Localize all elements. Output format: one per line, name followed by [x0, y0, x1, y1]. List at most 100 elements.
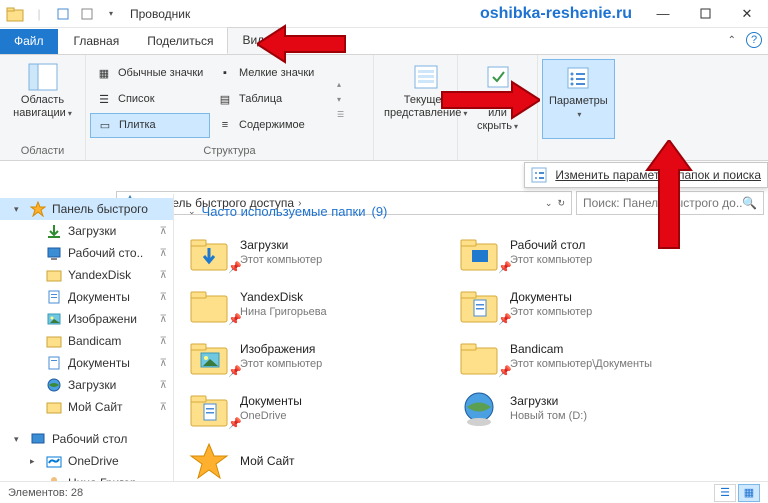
- options-dropdown-item[interactable]: Изменить параметры папок и поиска: [524, 162, 768, 188]
- options-button[interactable]: Параметры▾: [542, 59, 615, 139]
- folder-icon: [188, 440, 230, 481]
- gallery-up-icon[interactable]: ▴: [337, 80, 344, 89]
- show-hide-button[interactable]: Показатьили скрыть▾: [462, 59, 533, 139]
- chevron-icon: ▾: [14, 204, 24, 215]
- show-hide-icon: [482, 61, 514, 93]
- pin-icon: ⊼: [160, 358, 173, 369]
- folder-icon: 📌: [188, 284, 230, 326]
- titlebar: | ▾ Проводник oshibka-reshenie.ru — ✕: [0, 0, 768, 28]
- tile-subtitle: Новый том (D:): [510, 409, 587, 424]
- sidebar-item[interactable]: Документы ⊼: [0, 352, 173, 374]
- sidebar-item-icon: [30, 201, 46, 217]
- minimize-button[interactable]: —: [642, 0, 684, 28]
- tile-subtitle: Этот компьютер: [510, 253, 592, 268]
- folder-tile[interactable]: 📌 ЗагрузкиЭтот компьютер: [184, 227, 454, 279]
- gallery-down-icon[interactable]: ▾: [337, 95, 344, 104]
- tabs-row: Файл Главная Поделиться Вид ⌃ ?: [0, 28, 768, 54]
- pin-icon: 📌: [498, 313, 512, 326]
- close-button[interactable]: ✕: [726, 0, 768, 28]
- current-view-icon: [410, 61, 442, 93]
- tile-name: Изображения: [240, 342, 322, 357]
- tile-name: Документы: [510, 290, 592, 305]
- tile-subtitle: OneDrive: [240, 409, 302, 424]
- tab-file[interactable]: Файл: [0, 29, 58, 54]
- sidebar-item[interactable]: Загрузки ⊼: [0, 220, 173, 242]
- tiles-container: 📌ЗагрузкиЭтот компьютер📌Рабочий столЭтот…: [184, 227, 758, 481]
- tab-share[interactable]: Поделиться: [133, 29, 227, 54]
- chevron-icon: ▸: [30, 456, 40, 467]
- tile-name: Загрузки: [510, 394, 587, 409]
- tab-home[interactable]: Главная: [60, 29, 134, 54]
- view-tile[interactable]: ▭Плитка: [90, 113, 210, 138]
- folder-icon: 📌: [188, 388, 230, 430]
- folder-tile[interactable]: 📌BandicamЭтот компьютер\Документы: [454, 331, 724, 383]
- statusbar-details-view[interactable]: ☰: [714, 484, 736, 502]
- content-area: ⌄ Часто используемые папки (9) 📌 Загрузки…: [174, 194, 768, 481]
- folder-tile[interactable]: 📌ДокументыЭтот компьютер: [454, 279, 724, 331]
- sidebar-item-icon: [46, 289, 62, 305]
- chevron-icon: ▾: [14, 434, 24, 445]
- nav-pane-icon: [27, 61, 59, 93]
- folder-tile[interactable]: 📌YandexDiskНина Григорьева: [184, 279, 454, 331]
- nav-pane-button[interactable]: Область навигации▾: [4, 59, 81, 139]
- sidebar-item[interactable]: ▾Панель быстрого: [0, 198, 173, 220]
- sidebar-item[interactable]: ▸Нина Григор: [0, 472, 173, 481]
- sidebar-item[interactable]: Рабочий сто..⊼: [0, 242, 173, 264]
- sidebar-item[interactable]: ▸OneDrive: [0, 450, 173, 472]
- statusbar-icons-view[interactable]: ▦: [738, 484, 760, 502]
- tile-name: YandexDisk: [240, 290, 327, 305]
- tab-view[interactable]: Вид: [227, 27, 279, 54]
- status-bar: Элементов: 28 ☰ ▦: [0, 481, 768, 503]
- pin-icon: ⊼: [160, 248, 173, 259]
- watermark-text: oshibka-reshenie.ru: [480, 5, 642, 23]
- folder-tile[interactable]: 📌Рабочий столЭтот компьютер: [454, 227, 724, 279]
- sidebar-item[interactable]: Загрузки⊼: [0, 374, 173, 396]
- sidebar-item[interactable]: Мой Сайт⊼: [0, 396, 173, 418]
- folder-tile[interactable]: 📌ДокументыOneDrive: [184, 383, 454, 435]
- sidebar-item-label: Загрузки: [68, 224, 116, 238]
- sidebar-item-label: YandexDisk: [68, 268, 131, 282]
- view-content[interactable]: ≡Содержимое: [211, 113, 331, 138]
- gallery-more-icon[interactable]: ☰: [337, 110, 344, 119]
- pin-icon: ⊼: [160, 380, 173, 391]
- chevron-down-icon: ⌄: [188, 206, 196, 217]
- qat-new-icon[interactable]: [76, 3, 98, 25]
- sidebar-item[interactable]: Изображени⊼: [0, 308, 173, 330]
- pin-icon: 📌: [498, 365, 512, 378]
- qat-props-icon[interactable]: [52, 3, 74, 25]
- sidebar-item-icon: [46, 245, 62, 261]
- view-layout-gallery[interactable]: ▦Обычные значки ▪Мелкие значки ☰Список ▤…: [90, 61, 331, 138]
- sidebar-item[interactable]: ▾Рабочий стол: [0, 428, 173, 450]
- folder-icon: 📌: [458, 336, 500, 378]
- show-hide-label: Показатьили скрыть▾: [468, 94, 527, 133]
- view-table[interactable]: ▤Таблица: [211, 87, 331, 112]
- folder-tile[interactable]: Мой Сайт: [184, 435, 454, 481]
- section-header[interactable]: ⌄ Часто используемые папки (9): [184, 200, 758, 227]
- pin-icon: ⊼: [160, 226, 173, 237]
- app-icon: [4, 3, 26, 25]
- sidebar-item[interactable]: YandexDisk⊼: [0, 264, 173, 286]
- view-small-icons[interactable]: ▪Мелкие значки: [211, 61, 331, 86]
- tile-subtitle: Этот компьютер: [240, 253, 322, 268]
- folder-tile[interactable]: ЗагрузкиНовый том (D:): [454, 383, 724, 435]
- group-caption-panes: Области: [0, 143, 85, 160]
- pin-icon: 📌: [228, 313, 242, 326]
- view-list[interactable]: ☰Список: [90, 87, 210, 112]
- sidebar-item[interactable]: Документы⊼: [0, 286, 173, 308]
- qat-dropdown-icon[interactable]: ▾: [100, 3, 122, 25]
- view-normal-icons[interactable]: ▦Обычные значки: [90, 61, 210, 86]
- sidebar-item-icon: [46, 355, 62, 371]
- maximize-button[interactable]: [684, 0, 726, 28]
- options-dropdown-label: Изменить параметры папок и поиска: [555, 168, 761, 182]
- folder-tile[interactable]: 📌ИзображенияЭтот компьютер: [184, 331, 454, 383]
- folder-icon: 📌: [458, 232, 500, 274]
- tile-name: Мой Сайт: [240, 454, 295, 469]
- pin-icon: 📌: [228, 261, 242, 274]
- help-icon[interactable]: ?: [746, 32, 762, 48]
- sidebar-item[interactable]: Bandicam⊼: [0, 330, 173, 352]
- collapse-ribbon-icon[interactable]: ⌃: [728, 35, 736, 46]
- tile-name: Загрузки: [240, 238, 322, 253]
- sidebar-item-label: Документы: [68, 356, 130, 370]
- sidebar-item-icon: [30, 431, 46, 447]
- tile-name: Bandicam: [510, 342, 652, 357]
